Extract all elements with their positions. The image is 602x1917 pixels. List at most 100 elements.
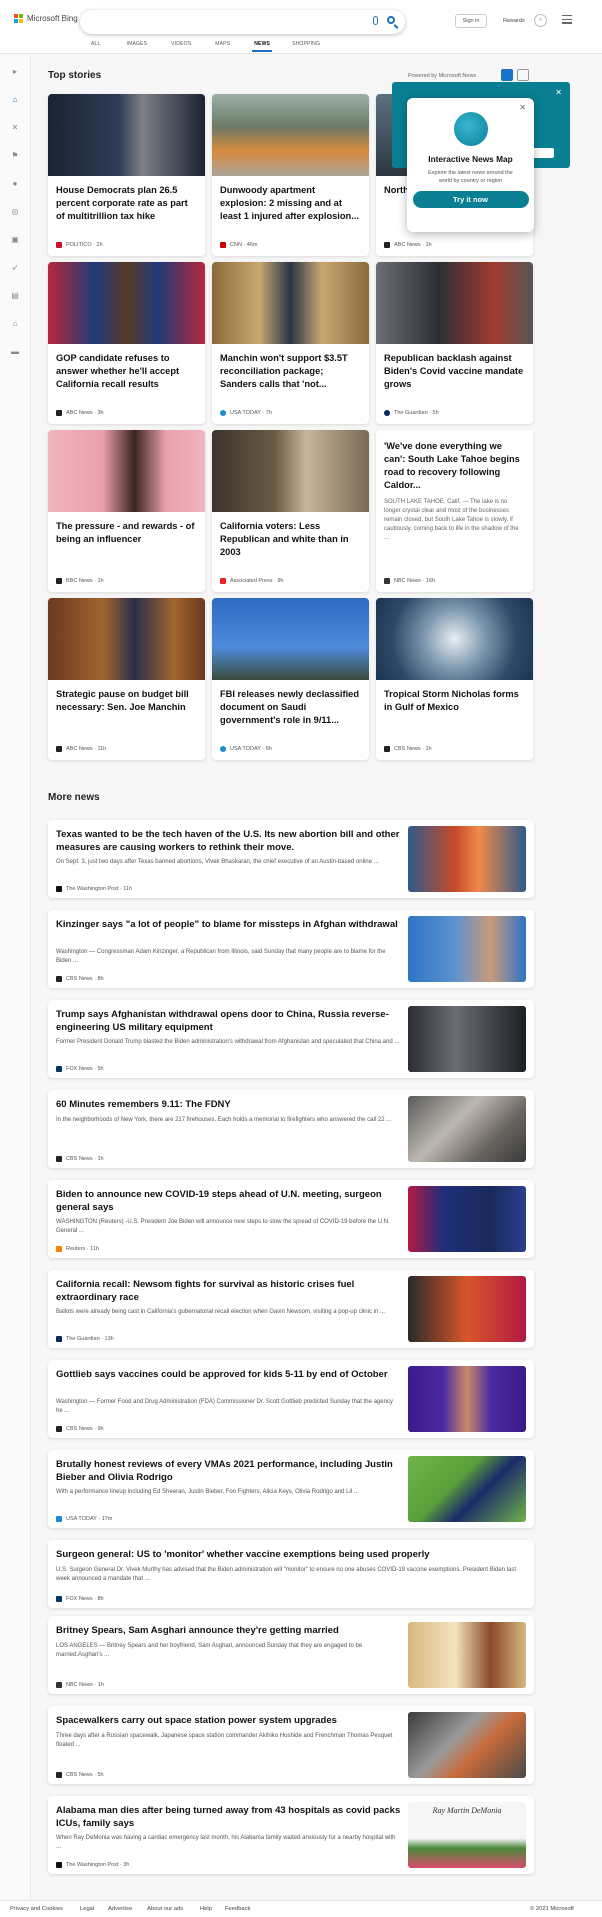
banner-close-icon[interactable]: ✕ bbox=[555, 88, 562, 97]
search-icon[interactable] bbox=[387, 16, 395, 24]
news-image: Ray Martin DeMonia bbox=[408, 1802, 526, 1868]
card-source: ABC News · 11h bbox=[56, 746, 106, 752]
news-title: California recall: Newsom fights for sur… bbox=[56, 1279, 355, 1303]
home-icon[interactable]: ⌂ bbox=[10, 95, 20, 105]
briefcase-icon[interactable]: ▣ bbox=[10, 235, 20, 245]
news-snippet: Former President Donald Trump blasted th… bbox=[56, 1039, 400, 1045]
news-card[interactable]: The pressure - and rewards - of being an… bbox=[48, 430, 205, 592]
bing-logo[interactable]: Microsoft Bing bbox=[14, 14, 78, 23]
news-snippet: On Sept. 3, just two days after Texas ba… bbox=[56, 859, 379, 865]
abc-logo-icon bbox=[56, 410, 62, 416]
news-card[interactable]: California voters: Less Republican and w… bbox=[212, 430, 369, 592]
publisher-logo-icon bbox=[56, 1596, 62, 1602]
news-snippet: Washington — Former Food and Drug Admini… bbox=[56, 1399, 393, 1414]
footer-link-legal[interactable]: Legal bbox=[80, 1906, 94, 1912]
news-title: Surgeon general: US to 'monitor' whether… bbox=[56, 1549, 430, 1560]
news-title: Gottlieb says vaccines could be approved… bbox=[56, 1369, 388, 1380]
usa-today-logo-icon bbox=[220, 746, 226, 752]
close-icon[interactable]: ✕ bbox=[519, 103, 526, 112]
news-item[interactable]: Trump says Afghanistan withdrawal opens … bbox=[48, 1000, 534, 1078]
header: Microsoft Bing Sign in Rewards ♁ ALL IMA… bbox=[0, 0, 602, 54]
news-item[interactable]: Gottlieb says vaccines could be approved… bbox=[48, 1360, 534, 1438]
sidebar: ▸ ⌂ ✕ ⚑ ● ◎ ▣ ➶ ▤ ⌂ ▬ bbox=[0, 55, 31, 1917]
news-image bbox=[408, 1006, 526, 1072]
news-card[interactable]: GOP candidate refuses to answer whether … bbox=[48, 262, 205, 424]
news-title: 60 Minutes remembers 9.11: The FDNY bbox=[56, 1099, 231, 1110]
footer-link-advertise[interactable]: Advertise bbox=[108, 1906, 132, 1912]
card-source: USA TODAY · 7h bbox=[220, 410, 272, 416]
news-card[interactable]: Tropical Storm Nicholas forms in Gulf of… bbox=[376, 598, 533, 760]
card-icon[interactable]: ▬ bbox=[10, 347, 20, 357]
news-item[interactable]: California recall: Newsom fights for sur… bbox=[48, 1270, 534, 1348]
news-card[interactable]: Republican backlash against Biden's Covi… bbox=[376, 262, 533, 424]
rocket-icon[interactable]: ➶ bbox=[10, 263, 20, 273]
map-view-icon[interactable] bbox=[517, 69, 529, 81]
card-abstract: SOUTH LAKE TAHOE, Calif. — The lake is n… bbox=[384, 499, 519, 541]
film-icon[interactable]: ▤ bbox=[10, 291, 20, 301]
tab-shopping[interactable]: SHOPPING bbox=[292, 41, 320, 47]
bank-icon[interactable]: ⌂ bbox=[10, 319, 20, 329]
try-it-now-button[interactable]: Try it now bbox=[412, 191, 529, 208]
tab-maps[interactable]: MAPS bbox=[215, 41, 230, 47]
news-source: Reuters · 11h bbox=[56, 1246, 99, 1252]
news-card[interactable]: 'We've done everything we can': South La… bbox=[376, 430, 533, 592]
tab-videos[interactable]: VIDEOS bbox=[171, 41, 191, 47]
news-title: Britney Spears, Sam Asghari announce the… bbox=[56, 1625, 339, 1636]
card-title: FBI releases newly declassified document… bbox=[220, 689, 360, 725]
rewards-link[interactable]: Rewards bbox=[503, 18, 525, 24]
search-input[interactable] bbox=[80, 10, 405, 34]
ap-logo-icon bbox=[220, 578, 226, 584]
news-image bbox=[408, 826, 526, 892]
bbc-logo-icon bbox=[56, 578, 62, 584]
tab-news[interactable]: NEWS bbox=[252, 41, 272, 52]
publisher-logo-icon bbox=[56, 1246, 62, 1252]
crosshair-icon[interactable]: ✕ bbox=[10, 123, 20, 133]
tab-images[interactable]: IMAGES bbox=[127, 41, 148, 47]
card-source: USA TODAY · 6h bbox=[220, 746, 272, 752]
signin-button[interactable]: Sign in bbox=[455, 14, 487, 28]
publisher-logo-icon bbox=[56, 1066, 62, 1072]
news-image bbox=[408, 1712, 526, 1778]
news-item[interactable]: Biden to announce new COVID-19 steps ahe… bbox=[48, 1180, 534, 1258]
news-card[interactable]: House Democrats plan 26.5 percent corpor… bbox=[48, 94, 205, 256]
news-snippet: Ballots were already being cast in Calif… bbox=[56, 1309, 385, 1315]
news-item[interactable]: Texas wanted to be the tech haven of the… bbox=[48, 820, 534, 898]
footer-link-help[interactable]: Help bbox=[200, 1906, 212, 1912]
news-source: NBC News · 1h bbox=[56, 1682, 104, 1688]
news-card[interactable]: Manchin won't support $3.5T reconciliati… bbox=[212, 262, 369, 424]
news-item[interactable]: Surgeon general: US to 'monitor' whether… bbox=[48, 1540, 534, 1608]
news-snippet: WASHINGTON (Reuters) -U.S. President Joe… bbox=[56, 1219, 390, 1234]
globe-icon[interactable]: ◎ bbox=[10, 207, 20, 217]
news-card[interactable]: Dunwoody apartment explosion: 2 missing … bbox=[212, 94, 369, 256]
publisher-logo-icon bbox=[56, 1426, 62, 1432]
footer-link-about-ads[interactable]: About our ads bbox=[147, 1906, 183, 1912]
news-snippet: Three days after a Russian spacewalk, Ja… bbox=[56, 1733, 393, 1748]
card-image bbox=[212, 598, 369, 680]
news-title: Biden to announce new COVID-19 steps ahe… bbox=[56, 1189, 382, 1213]
footer-link-feedback[interactable]: Feedback bbox=[225, 1906, 250, 1912]
brand-name: Microsoft Bing bbox=[27, 14, 78, 23]
footer-link-privacy[interactable]: Privacy and Cookies bbox=[10, 1906, 63, 1912]
news-source: USA TODAY · 17m bbox=[56, 1516, 112, 1522]
flag-icon[interactable]: ⚑ bbox=[10, 151, 20, 161]
location-pin-icon[interactable]: ● bbox=[10, 179, 20, 189]
news-card[interactable]: Strategic pause on budget bill necessary… bbox=[48, 598, 205, 760]
grid-view-icon[interactable] bbox=[501, 69, 513, 81]
news-card[interactable]: FBI releases newly declassified document… bbox=[212, 598, 369, 760]
news-item[interactable]: Britney Spears, Sam Asghari announce the… bbox=[48, 1616, 534, 1694]
news-item[interactable]: Spacewalkers carry out space station pow… bbox=[48, 1706, 534, 1784]
microphone-icon[interactable] bbox=[373, 16, 378, 25]
expand-sidebar-icon[interactable]: ▸ bbox=[10, 67, 20, 77]
publisher-logo-icon bbox=[56, 1336, 62, 1342]
rewards-medal-icon[interactable]: ♁ bbox=[534, 14, 547, 27]
news-item[interactable]: Kinzinger says "a lot of people" to blam… bbox=[48, 910, 534, 988]
news-snippet: When Ray DeMonia was having a cardiac em… bbox=[56, 1835, 396, 1850]
usa-today-logo-icon bbox=[220, 410, 226, 416]
globe-news-icon bbox=[453, 112, 488, 146]
publisher-logo-icon bbox=[56, 886, 62, 892]
news-item[interactable]: Alabama man dies after being turned away… bbox=[48, 1796, 534, 1874]
hamburger-menu-icon[interactable] bbox=[562, 15, 572, 26]
tab-all[interactable]: ALL bbox=[91, 41, 101, 47]
news-item[interactable]: 60 Minutes remembers 9.11: The FDNY In th… bbox=[48, 1090, 534, 1168]
news-item[interactable]: Brutally honest reviews of every VMAs 20… bbox=[48, 1450, 534, 1528]
